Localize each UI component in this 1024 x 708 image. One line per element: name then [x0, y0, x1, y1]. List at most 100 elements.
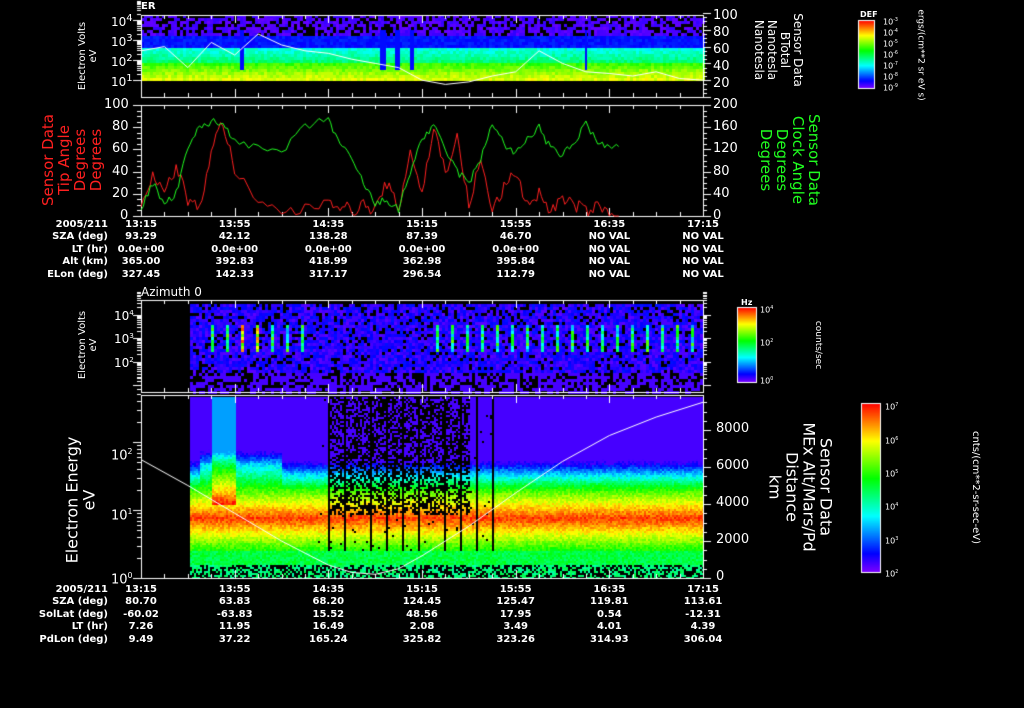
panel2-ytick: 40	[112, 163, 129, 179]
table-cell: 418.99	[309, 256, 348, 268]
table-cell: 112.79	[496, 268, 535, 280]
panel2-y2tick: 40	[713, 185, 730, 201]
table-cell: -60.02	[123, 608, 159, 620]
table-cell: 365.00	[121, 256, 161, 268]
panel1-ylabel-line: Electron Volts	[77, 21, 89, 91]
panel4-y2tick: 6000	[716, 458, 750, 473]
table-cell: 16:35	[593, 219, 626, 230]
table-cell: 138.28	[309, 231, 348, 243]
panel2-ylabel-line: Degrees	[71, 128, 89, 192]
table-cell: 0.0e+00	[398, 243, 446, 255]
panel4-y2tick: 8000	[716, 421, 750, 436]
panel1-y2tick: 60	[713, 42, 730, 57]
panel2-y2label-line: Degrees	[773, 128, 791, 192]
panel4-y2label-line: km	[765, 474, 785, 500]
table-cell: -12.31	[685, 608, 721, 620]
panel3-ytick: 104	[114, 308, 134, 323]
colorbar4-tick: 106	[885, 436, 899, 446]
table-row-label: PdLon (deg)	[39, 633, 108, 645]
table-cell: 323.26	[496, 633, 535, 645]
panel4-ytick: 101	[111, 507, 133, 524]
colorbar4-tick: 102	[885, 569, 899, 579]
panel1-title: ER	[141, 1, 156, 12]
panel2-ylabel-line: Tip Angle	[55, 125, 73, 195]
table-cell: 48.56	[406, 608, 438, 620]
panel3-ylabel-line: Electron Volts	[77, 310, 89, 380]
table-cell: 9.49	[128, 633, 154, 645]
table-cell: 142.33	[215, 268, 254, 280]
table-row-label: LT (hr)	[71, 243, 108, 255]
table-cell: 13:55	[218, 584, 251, 595]
colorbar4-tick: 107	[885, 402, 899, 412]
panel2-y2tick: 160	[713, 119, 738, 135]
panel2-ytick: 80	[112, 119, 129, 135]
table-cell: 395.84	[496, 256, 535, 268]
table-cell: 17:15	[687, 584, 719, 595]
panel4-ylabel-line: eV	[78, 489, 98, 511]
panel4-y2tick: 2000	[716, 532, 750, 547]
table-cell: 14:35	[312, 584, 345, 595]
colorbar4-tick: 105	[885, 469, 899, 479]
table-cell: 93.29	[125, 231, 157, 243]
table-row-label: SZA (deg)	[52, 231, 108, 243]
table-cell: 15.52	[312, 608, 345, 620]
table-row-label: 2005/211	[55, 219, 108, 230]
panel2-ylabel-line: Sensor Data	[39, 114, 57, 206]
colorbar1-unit-line: ergs/(cm**2 sr eV s)	[915, 9, 926, 101]
table-row-label: SZA (deg)	[52, 596, 108, 608]
panel1-ylabel: Electron Volts eV	[77, 22, 99, 90]
table-cell: 314.93	[590, 633, 629, 645]
panel1-ytick: 103	[111, 33, 133, 49]
panel1-ytick: 101	[111, 73, 133, 89]
table-cell: 80.70	[125, 596, 157, 608]
table-cell: NO VAL	[682, 268, 724, 280]
table-cell: 15:55	[499, 219, 532, 230]
table-cell: 317.17	[309, 268, 348, 280]
panel2-y2label-line: Sensor Data	[805, 114, 823, 206]
panel2-ytick: 60	[112, 141, 129, 157]
table-cell: 392.83	[215, 256, 254, 268]
colorbar4-tick: 103	[885, 536, 899, 546]
colorbar4-tick: 104	[885, 502, 899, 512]
table-cell: 0.0e+00	[492, 243, 540, 255]
table-cell: 63.83	[218, 596, 251, 608]
table-cell: 87.39	[406, 231, 438, 243]
table-cell: 0.54	[596, 608, 622, 620]
table-cell: 42.12	[218, 231, 251, 243]
table-cell: 124.45	[402, 596, 442, 608]
panel1-ytick: 104	[111, 13, 133, 29]
panel1-y2tick: 40	[713, 59, 730, 74]
table-cell: 165.24	[309, 633, 348, 645]
panel4-y2label-line: MEx Alt/Mars/Pd	[799, 422, 819, 552]
panel4-y2label: Sensor Data MEx Alt/Mars/Pd Distance km	[765, 422, 835, 552]
panel4-ytick: 102	[111, 447, 133, 464]
table-cell: 0.0e+00	[211, 243, 259, 255]
panel2-y2label: Sensor Data Clock Angle Degrees Degrees	[757, 114, 823, 206]
table-cell: 119.81	[590, 596, 629, 608]
panel1-ytick: 102	[111, 53, 133, 69]
colorbar4-unit: cnts/(cm**2-sr-sec-eV)	[970, 430, 981, 543]
table-row-label: ELon (deg)	[47, 268, 108, 280]
colorbar4-unit-line: cnts/(cm**2-sr-sec-eV)	[970, 430, 982, 544]
table-cell: 16:35	[593, 584, 626, 595]
panel1-y2label-line: BTotal	[777, 31, 792, 69]
panel3-ytick: 102	[114, 355, 134, 370]
colorbar3-unit-line: counts/sec	[812, 320, 823, 370]
table-cell: 17:15	[687, 219, 719, 230]
table-cell: 14:35	[312, 219, 345, 230]
table-row-label: SolLat (deg)	[38, 608, 108, 620]
table-cell: NO VAL	[588, 231, 631, 243]
panel3-title: Azimuth 0	[141, 285, 202, 299]
panel2-y2label-line: Degrees	[757, 128, 775, 192]
table-cell: 7.26	[128, 621, 154, 633]
colorbar3-title: Hz	[741, 298, 753, 307]
table-cell: 16.49	[312, 621, 345, 633]
table-cell: 68.20	[312, 596, 345, 608]
panel4-ylabel-line: Electron Energy	[61, 436, 81, 564]
table-cell: 0.0e+00	[304, 243, 352, 255]
table-cell: 15:55	[499, 584, 532, 595]
table-cell: 46.70	[499, 231, 532, 243]
panel1-y2label-line: Sensor Data	[790, 13, 805, 87]
panel2-y2tick: 80	[713, 163, 730, 179]
table-cell: 4.39	[690, 621, 716, 633]
